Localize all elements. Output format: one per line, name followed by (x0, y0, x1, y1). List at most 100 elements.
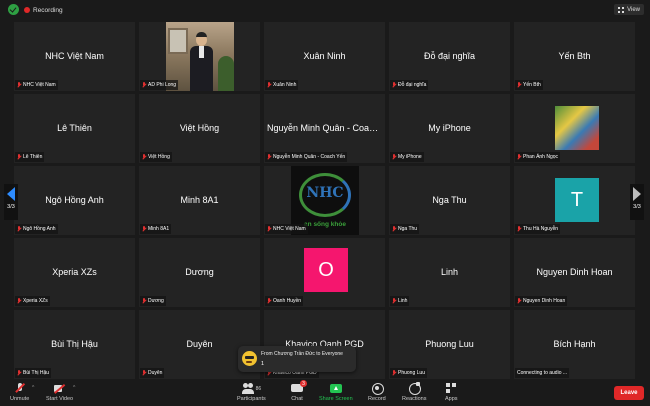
participant-label-text: Bùi Thị Hậu (23, 370, 50, 376)
participant-label-text: Nguyen Dinh Hoan (523, 298, 566, 304)
participant-name-label: Xperia XZs (15, 296, 50, 306)
chat-notification[interactable]: From Chương Trần Đức to Everyone 1 (238, 346, 356, 372)
audio-options-caret[interactable]: ^ (32, 385, 34, 391)
record-label: Record (368, 396, 386, 402)
participant-tile[interactable]: NHC an sống khỏe NHC Việt Nam (264, 166, 385, 235)
record-button[interactable]: Record (368, 383, 386, 402)
participant-tile[interactable]: AD Phi Long (139, 22, 260, 91)
reactions-button[interactable]: Reactions (402, 382, 427, 402)
mic-muted-icon (17, 370, 21, 376)
participant-name-label: NHC Việt Nam (265, 224, 308, 234)
participant-name: Bùi Thị Hậu (51, 339, 98, 349)
participant-label-text: Thu Hà Nguyễn (523, 226, 559, 232)
mic-muted-icon (267, 298, 271, 304)
participant-tile[interactable]: T Thu Hà Nguyễn (514, 166, 635, 235)
participant-label-text: Xperia XZs (23, 298, 48, 304)
mic-muted-icon (142, 82, 146, 88)
security-shield-icon[interactable] (8, 4, 19, 15)
mic-muted-icon (267, 154, 271, 160)
participant-name: Đỗ đại nghĩa (423, 51, 476, 61)
participant-tile[interactable]: Xperia XZs Xperia XZs (14, 238, 135, 307)
participant-tile[interactable]: Đỗ đại nghĩa Đỗ đại nghĩa (389, 22, 510, 91)
participant-label-text: AD Phi Long (148, 82, 177, 88)
view-button[interactable]: View (614, 4, 644, 15)
mic-muted-icon (142, 298, 146, 304)
participant-name: Việt Hồng (179, 123, 220, 133)
microphone-muted-icon (14, 383, 26, 394)
mic-muted-icon (392, 82, 396, 88)
participants-button[interactable]: 86 Participants (237, 383, 266, 402)
participant-label-text: Yến Bth (523, 82, 541, 88)
participant-label-text: Phuong Luu (398, 370, 425, 376)
participant-name: Bích Hạnh (553, 339, 596, 349)
participant-name-label: Xuân Ninh (265, 80, 299, 90)
participant-tile[interactable]: Bích Hạnh Connecting to audio ... (514, 310, 635, 379)
view-label: View (627, 6, 640, 13)
share-screen-button[interactable]: Share Screen (319, 383, 353, 402)
recording-indicator[interactable]: Recording (24, 4, 63, 16)
participants-count: 86 (255, 385, 262, 392)
mic-muted-icon (142, 154, 146, 160)
participant-label-text: Connecting to audio ... (517, 370, 568, 376)
participant-tile[interactable]: Yến Bth Yến Bth (514, 22, 635, 91)
participant-label-text: Ngô Hồng Anh (23, 226, 56, 232)
participant-label-text: Duyên (148, 370, 163, 376)
participant-tile[interactable]: Lê Thiên Lê Thiên (14, 94, 135, 163)
participant-tile[interactable]: Nguyễn Minh Quân - Coach Yến Nguyễn Minh … (264, 94, 385, 163)
mic-muted-icon (17, 226, 21, 232)
apps-label: Apps (445, 396, 458, 402)
participant-name-label: Nguyen Dinh Hoan (515, 296, 568, 306)
participant-name: My iPhone (428, 123, 471, 133)
participant-tile[interactable]: My iPhone My iPhone (389, 94, 510, 163)
participant-tile[interactable]: Xuân Ninh Xuân Ninh (264, 22, 385, 91)
participant-tile[interactable]: Linh Linh (389, 238, 510, 307)
chat-unread-badge: 3 (300, 380, 307, 387)
participant-tile[interactable]: Dương Dương (139, 238, 260, 307)
participant-tile[interactable]: NHC Việt Nam NHC Việt Nam (14, 22, 135, 91)
participant-tile[interactable]: Bùi Thị Hậu Bùi Thị Hậu (14, 310, 135, 379)
mic-muted-icon (517, 82, 521, 88)
mic-muted-icon (142, 226, 146, 232)
participant-name-label: Bùi Thị Hậu (15, 368, 52, 378)
next-page-button[interactable]: 3/3 (630, 184, 644, 220)
page-indicator-left: 3/3 (7, 204, 15, 210)
participant-tile[interactable]: Phuong Luu Phuong Luu (389, 310, 510, 379)
participant-tile[interactable]: Ngô Hồng Anh Ngô Hồng Anh (14, 166, 135, 235)
participant-name: Xperia XZs (52, 267, 97, 277)
apps-icon (445, 383, 457, 394)
apps-button[interactable]: Apps (445, 383, 458, 402)
reactions-label: Reactions (402, 396, 427, 402)
participant-tile[interactable]: Minh 8A1 Minh 8A1 (139, 166, 260, 235)
participant-tile[interactable]: Nga Thu Nga Thu (389, 166, 510, 235)
participant-name: NHC Việt Nam (45, 51, 104, 61)
previous-page-button[interactable]: 3/3 (4, 184, 18, 220)
participant-label-text: NHC Việt Nam (23, 82, 56, 88)
participant-name-label: Việt Hồng (140, 152, 172, 162)
participant-tile[interactable]: Việt Hồng Việt Hồng (139, 94, 260, 163)
mic-muted-icon (142, 370, 146, 376)
start-video-label: Start Video (46, 396, 74, 402)
cool-emoji-icon (242, 351, 257, 366)
start-video-button[interactable]: Start Video (46, 383, 73, 402)
participant-label-text: My iPhone (398, 154, 422, 160)
video-options-caret[interactable]: ^ (73, 385, 75, 391)
participant-name-label: Đỗ đại nghĩa (390, 80, 429, 90)
participant-label-text: Lê Thiên (23, 154, 43, 160)
leave-button[interactable]: Leave (614, 386, 644, 400)
participant-tile[interactable]: Nguyen Dinh Hoan Nguyen Dinh Hoan (514, 238, 635, 307)
chat-button[interactable]: 3 Chat (291, 380, 307, 402)
avatar: T (555, 178, 599, 222)
participant-name: Lê Thiên (57, 123, 92, 133)
participant-name-label: AD Phi Long (140, 80, 179, 90)
participant-name: Dương (185, 267, 214, 277)
participant-tile[interactable]: O Oanh Huyền (264, 238, 385, 307)
participant-name-label: Minh 8A1 (140, 224, 172, 234)
mic-muted-icon (517, 298, 521, 304)
participant-name-label: Connecting to audio ... (515, 368, 570, 378)
participant-label-text: NHC Việt Nam (273, 226, 306, 232)
participant-label-text: Linh (398, 298, 408, 304)
participant-tile[interactable]: Phan Ánh Ngọc (514, 94, 635, 163)
unmute-button[interactable]: Unmute (10, 383, 29, 402)
participant-name-label: Dương (140, 296, 166, 306)
participant-label-text: Xuân Ninh (273, 82, 297, 88)
